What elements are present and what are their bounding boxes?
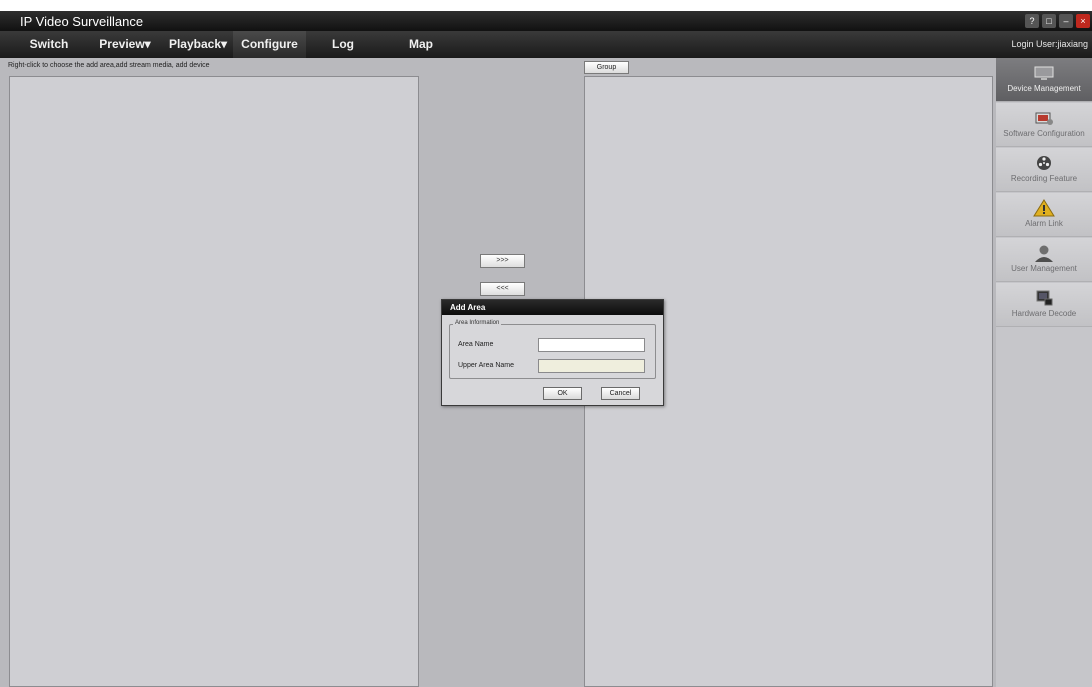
- sidebar-item-device-management[interactable]: Device Management: [996, 58, 1092, 102]
- warning-icon: [1033, 199, 1055, 217]
- menu-switch[interactable]: Switch: [14, 31, 84, 58]
- menu-bar: Switch Preview▾ Playback▾ Configure Log …: [0, 31, 1092, 58]
- area-information-group: Area Information Area Name Upper Area Na…: [449, 320, 656, 379]
- close-icon[interactable]: ×: [1076, 14, 1090, 28]
- upper-area-name-label: Upper Area Name: [458, 362, 515, 369]
- upper-area-name-input: [538, 359, 645, 373]
- config-sidebar: Device Management Software Configuration…: [996, 58, 1092, 687]
- menu-configure[interactable]: Configure: [233, 31, 306, 58]
- move-left-button[interactable]: <<<: [480, 282, 525, 296]
- sidebar-item-label: Hardware Decode: [1011, 309, 1077, 318]
- software-config-icon: [1035, 112, 1053, 125]
- hint-text: Right-click to choose the add area,add s…: [8, 62, 210, 69]
- area-tree-panel[interactable]: [9, 76, 419, 687]
- add-area-dialog: Add Area Area Information Area Name Uppe…: [441, 299, 664, 406]
- sidebar-item-user-management[interactable]: User Management: [996, 238, 1092, 282]
- film-reel-icon: [1037, 156, 1051, 170]
- minimize-icon[interactable]: –: [1059, 14, 1073, 28]
- move-right-button[interactable]: >>>: [480, 254, 525, 268]
- user-icon: [1035, 245, 1053, 262]
- window-controls: ? □ – ×: [1025, 14, 1090, 28]
- ok-button[interactable]: OK: [543, 387, 582, 400]
- hardware-decode-icon: [1036, 290, 1053, 306]
- title-bar: IP Video Surveillance ? □ – ×: [0, 11, 1092, 31]
- menu-map[interactable]: Map: [383, 31, 459, 58]
- sidebar-item-label: Software Configuration: [1003, 129, 1085, 138]
- lock-icon[interactable]: □: [1042, 14, 1056, 28]
- area-name-label: Area Name: [458, 341, 494, 348]
- sidebar-item-label: User Management: [1011, 264, 1077, 273]
- sidebar-item-label: Recording Feature: [1010, 174, 1078, 183]
- area-name-input[interactable]: [538, 338, 645, 352]
- help-icon[interactable]: ?: [1025, 14, 1039, 28]
- sidebar-item-hardware-decode[interactable]: Hardware Decode: [996, 283, 1092, 327]
- sidebar-item-alarm-link[interactable]: Alarm Link: [996, 193, 1092, 237]
- window-title: IP Video Surveillance: [20, 14, 144, 29]
- sidebar-item-software-configuration[interactable]: Software Configuration: [996, 103, 1092, 147]
- login-user: Login User:jiaxiang: [1011, 39, 1088, 49]
- frame-top: [0, 0, 1092, 11]
- group-button[interactable]: Group: [584, 61, 629, 74]
- sidebar-item-label: Device Management: [1007, 84, 1081, 93]
- group-title: Area Information: [453, 320, 502, 326]
- dialog-title: Add Area: [442, 300, 663, 315]
- menu-log[interactable]: Log: [306, 31, 380, 58]
- cancel-button[interactable]: Cancel: [601, 387, 640, 400]
- menu-preview[interactable]: Preview▾: [88, 31, 162, 58]
- menu-playback[interactable]: Playback▾: [163, 31, 233, 58]
- sidebar-item-recording-feature[interactable]: Recording Feature: [996, 148, 1092, 192]
- monitor-icon: [1034, 66, 1054, 80]
- sidebar-item-label: Alarm Link: [1025, 219, 1063, 228]
